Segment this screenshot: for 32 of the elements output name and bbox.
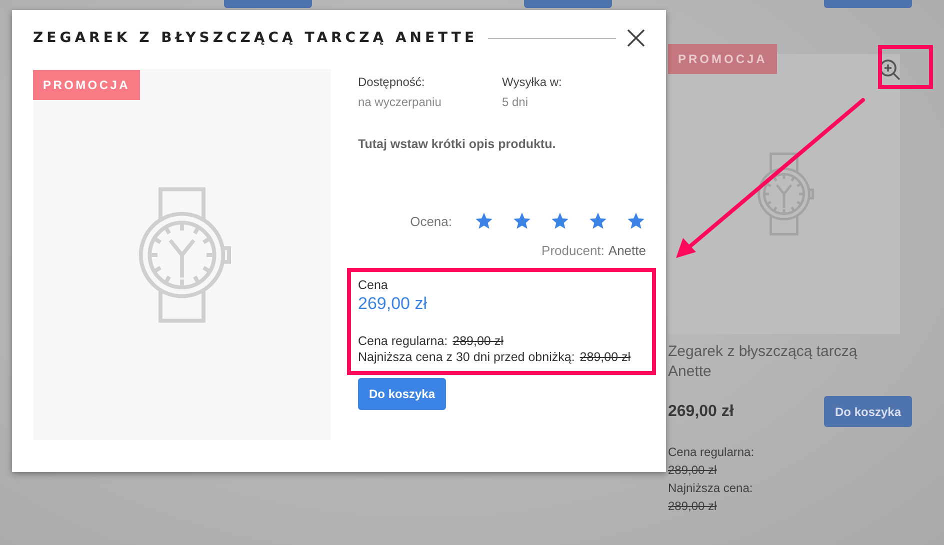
- close-icon[interactable]: [626, 28, 646, 48]
- rating-label: Ocena:: [410, 214, 452, 228]
- star-icon[interactable]: [512, 211, 532, 231]
- lowest-price-label: Najniższa cena:: [668, 480, 754, 497]
- price-label: Cena: [358, 278, 389, 292]
- producer-label: Producent:: [542, 243, 604, 258]
- lowest-price: 289,00 zł: [668, 498, 718, 515]
- regular-price-label: Cena regularna:: [358, 334, 448, 348]
- star-icon[interactable]: [550, 211, 570, 231]
- regular-price: 289,00 zł: [668, 462, 718, 479]
- regular-price-label: Cena regularna:: [668, 444, 756, 461]
- star-icon[interactable]: [588, 211, 608, 231]
- shipping-label: Wysyłka w:: [502, 75, 563, 89]
- regular-price: 289,00 zł: [452, 334, 504, 348]
- add-to-cart-button[interactable]: Do koszyka: [358, 378, 446, 410]
- product-price: 269,00 zł: [668, 402, 734, 420]
- add-to-cart-button[interactable]: Do koszyka: [824, 396, 912, 427]
- lowest-price-label: Najniższa cena z 30 dni przed obniżką:: [358, 350, 575, 364]
- highlight-box: [878, 45, 933, 89]
- sale-price: 269,00 zł: [358, 294, 428, 314]
- star-icon[interactable]: [626, 211, 646, 231]
- modal-title: ZEGAREK Z BŁYSZCZĄCĄ TARCZĄ ANETTE: [33, 30, 478, 46]
- promo-badge: PROMOCJA: [668, 44, 778, 74]
- star-icon[interactable]: [474, 211, 494, 231]
- lowest-price: 289,00 zł: [580, 350, 631, 364]
- promo-badge: PROMOCJA: [33, 70, 140, 100]
- product-title[interactable]: Zegarek z błyszczącą tarczą Anette: [668, 342, 883, 382]
- availability-label: Dostępność:: [358, 75, 426, 89]
- producer-name[interactable]: Anette: [608, 243, 646, 258]
- shipping-value: 5 dni: [502, 95, 530, 109]
- availability-value: na wyczerpaniu: [358, 95, 442, 109]
- product-description: Tutaj wstaw krótki opis produktu.: [358, 137, 557, 151]
